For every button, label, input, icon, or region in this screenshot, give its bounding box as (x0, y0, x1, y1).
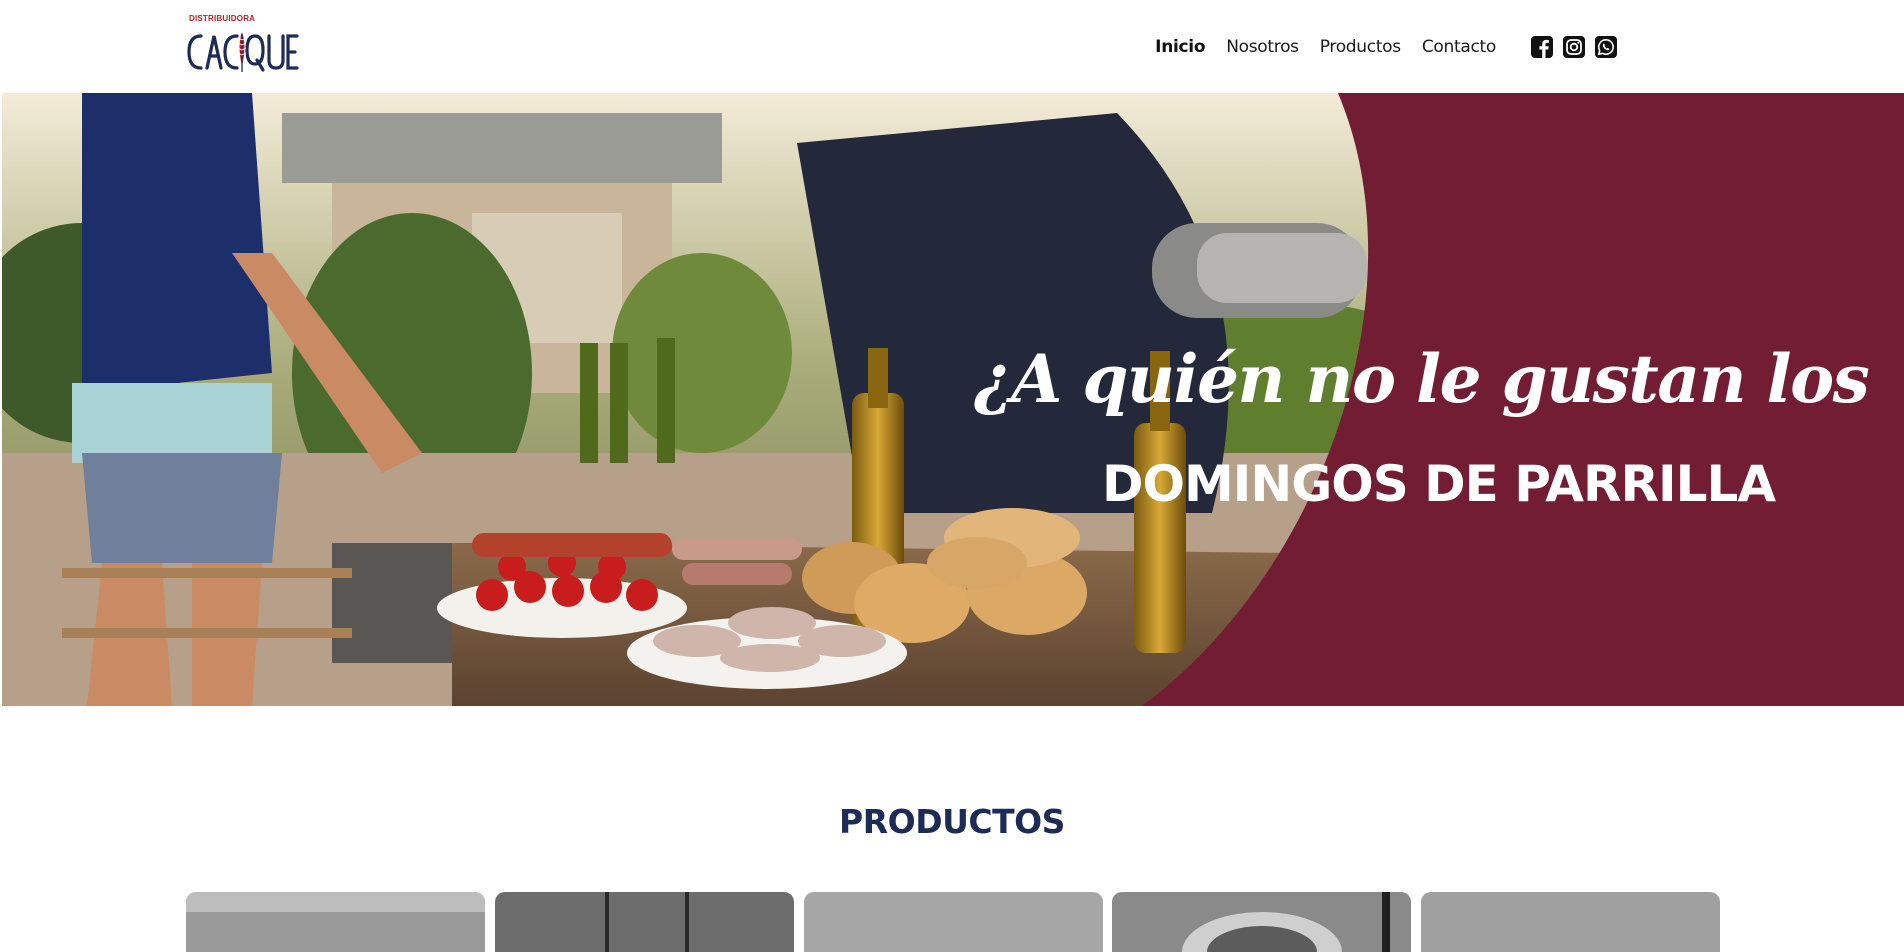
nav-productos[interactable]: Productos (1320, 37, 1401, 57)
product-cards (186, 892, 1720, 952)
logo-distribuidora-text: DISTRIBUIDORA (189, 14, 256, 23)
hero-banner: ¿A quién no le gustan los DOMINGOS DE PA… (2, 93, 1904, 706)
product-card-image (1112, 892, 1412, 952)
product-card[interactable] (1421, 892, 1720, 952)
product-card[interactable] (186, 892, 485, 952)
hero-block-headline: DOMINGOS DE PARRILLA (1102, 455, 1776, 513)
products-section-title: PRODUCTOS (839, 802, 1065, 841)
instagram-icon[interactable] (1563, 36, 1585, 58)
social-links (1521, 36, 1617, 58)
main-nav: Inicio Nosotros Productos Contacto (1134, 32, 1617, 62)
product-card-image (803, 892, 1103, 952)
product-card-image (494, 892, 794, 952)
hero-script-headline: ¿A quién no le gustan los (974, 340, 1870, 418)
logo-wordmark (187, 28, 299, 74)
product-card[interactable] (494, 892, 794, 952)
facebook-icon[interactable] (1531, 36, 1553, 58)
nav-inicio[interactable]: Inicio (1155, 37, 1205, 57)
nav-nosotros[interactable]: Nosotros (1226, 37, 1299, 57)
product-card-image (186, 892, 485, 952)
whatsapp-icon[interactable] (1595, 36, 1617, 58)
product-card[interactable] (1112, 892, 1412, 952)
cacique-logo[interactable]: DISTRIBUIDORA (187, 14, 299, 74)
nav-contacto[interactable]: Contacto (1422, 37, 1496, 57)
site-header: DISTRIBUIDORA Inicio Nosotros Productos … (0, 0, 1904, 93)
product-card[interactable] (803, 892, 1103, 952)
logo-feather-icon (187, 32, 299, 72)
product-card-image (1421, 892, 1720, 952)
